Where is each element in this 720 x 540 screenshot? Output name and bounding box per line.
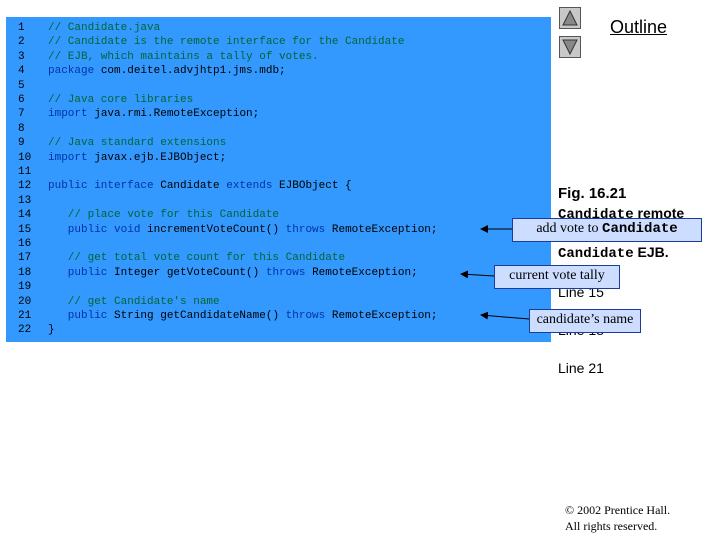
callout-add-vote-code: Candidate [602, 221, 678, 237]
arrow-line-18 [460, 270, 495, 279]
callout-add-vote-text: add vote to [536, 221, 603, 236]
callout-add-vote: add vote to Candidate [512, 218, 702, 242]
copyright-line-1: © 2002 Prentice Hall. [565, 503, 671, 517]
arrow-line-21 [480, 311, 530, 320]
callout-vote-tally: current vote tally [494, 265, 620, 289]
copyright-notice: © 2002 Prentice Hall. All rights reserve… [565, 502, 670, 534]
callout-candidate-name: candidate’s name [529, 309, 641, 333]
copyright-line-2: All rights reserved. [565, 519, 658, 533]
